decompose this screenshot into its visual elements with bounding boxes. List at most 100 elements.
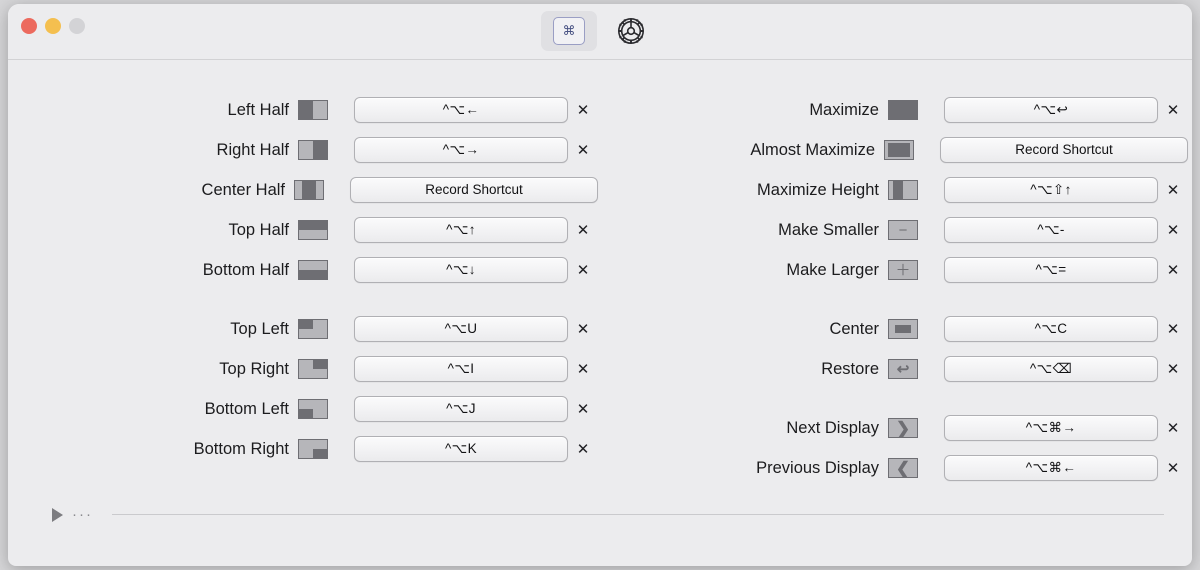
shortcut-row-label: Restore [821,360,888,379]
shortcut-value-button[interactable]: ^⌥↓ [354,257,568,283]
shortcut-controls: Record Shortcut [350,177,598,203]
clear-shortcut-button[interactable]: ✕ [1158,316,1188,342]
shortcut-value-button[interactable]: ^⌥= [944,257,1158,283]
previous-display-icon: ❮ [888,458,918,478]
shortcut-row: Top Left^⌥U✕ [8,309,598,349]
window-top-left-icon [298,319,328,339]
shortcut-value-button[interactable]: ^⌥I [354,356,568,382]
window-bottom-right-icon [298,439,328,459]
window-maximize-icon [888,100,918,120]
shortcut-row-label: Bottom Left [205,400,298,419]
clear-shortcut-button[interactable]: ✕ [1158,97,1188,123]
shortcut-row-label: Make Smaller [778,221,888,240]
shortcut-value-button[interactable]: ^⌥↑ [354,217,568,243]
window-top-half-icon [298,220,328,240]
shortcut-controls: ^⌥⌘←✕ [944,455,1188,481]
shortcut-row: Maximize^⌥↩✕ [598,90,1188,130]
window-restore-icon: ↩ [888,359,918,379]
shortcut-controls: Record Shortcut [940,137,1188,163]
shortcut-controls: ^⌥I✕ [354,356,598,382]
clear-shortcut-button[interactable]: ✕ [568,396,598,422]
shortcut-row-label: Top Right [219,360,298,379]
shortcut-controls: ^⌥=✕ [944,257,1188,283]
window-titlebar: ⌘ [8,4,1192,60]
command-key-icon: ⌘ [553,17,585,45]
tab-shortcuts[interactable]: ⌘ [541,11,597,51]
footer-divider [112,514,1164,515]
shortcut-value-button[interactable]: ^⌥↩ [944,97,1158,123]
clear-shortcut-button[interactable]: ✕ [1158,415,1188,441]
clear-shortcut-button[interactable]: ✕ [568,356,598,382]
clear-shortcut-button[interactable]: ✕ [1158,177,1188,203]
shortcut-value-button[interactable]: ^⌥← [354,97,568,123]
window-maximize-height-icon [888,180,918,200]
shortcut-row-label: Almost Maximize [750,141,884,160]
shortcut-row: Left Half^⌥←✕ [8,90,598,130]
clear-shortcut-button[interactable]: ✕ [1158,217,1188,243]
shortcut-controls: ^⌥K✕ [354,436,598,462]
window-bottom-left-icon [298,399,328,419]
record-shortcut-button[interactable]: Record Shortcut [940,137,1188,163]
window-almost-maximize-icon [884,140,914,160]
shortcut-row: Maximize Height ^⌥⇧↑✕ [598,170,1188,210]
window-center-icon [888,319,918,339]
window-left-half-icon [298,100,328,120]
shortcut-controls: ^⌥C✕ [944,316,1188,342]
shortcut-row: Top Half^⌥↑✕ [8,210,598,250]
preferences-window: ⌘ [8,4,1192,566]
clear-shortcut-button[interactable]: ✕ [568,316,598,342]
tab-settings[interactable] [603,11,659,51]
shortcut-value-button[interactable]: ^⌥⇧↑ [944,177,1158,203]
shortcut-controls: ^⌥↑✕ [354,217,598,243]
shortcut-controls: ^⌥⌘→✕ [944,415,1188,441]
shortcut-row-label: Bottom Right [194,440,298,459]
window-make-larger-icon: ＋ [888,260,918,280]
shortcut-value-button[interactable]: ^⌥⌫ [944,356,1158,382]
clear-shortcut-button[interactable]: ✕ [1158,257,1188,283]
shortcut-row: Right Half^⌥→✕ [8,130,598,170]
zoom-button[interactable] [69,18,85,34]
disclosure-triangle-collapsed-icon[interactable] [52,508,63,522]
clear-shortcut-button[interactable]: ✕ [568,257,598,283]
shortcut-row-label: Next Display [786,419,888,438]
shortcut-controls: ^⌥↩✕ [944,97,1188,123]
gear-icon [615,15,647,47]
traffic-light-buttons [21,18,85,34]
shortcut-row: Almost Maximize Record Shortcut [598,130,1188,170]
clear-shortcut-button[interactable]: ✕ [568,217,598,243]
shortcut-value-button[interactable]: ^⌥→ [354,137,568,163]
shortcut-value-button[interactable]: ^⌥- [944,217,1158,243]
footer-bar: ··· [52,507,1164,522]
shortcut-value-button[interactable]: ^⌥C [944,316,1158,342]
shortcut-controls: ^⌥⇧↑✕ [944,177,1188,203]
clear-shortcut-button[interactable]: ✕ [568,436,598,462]
shortcut-value-button[interactable]: ^⌥K [354,436,568,462]
shortcut-row: Restore↩ ^⌥⌫✕ [598,349,1188,389]
shortcut-controls: ^⌥-✕ [944,217,1188,243]
shortcut-row: Next Display❯^⌥⌘→✕ [598,408,1188,448]
shortcut-row-label: Previous Display [756,459,888,478]
shortcut-value-button[interactable]: ^⌥⌘→ [944,415,1158,441]
shortcut-row-label: Maximize Height [757,181,888,200]
clear-shortcut-button[interactable]: ✕ [568,97,598,123]
clear-shortcut-button[interactable]: ✕ [1158,356,1188,382]
clear-shortcut-button[interactable]: ✕ [1158,455,1188,481]
shortcut-controls: ^⌥J✕ [354,396,598,422]
shortcut-row-label: Bottom Half [203,261,298,280]
shortcut-value-button[interactable]: ^⌥U [354,316,568,342]
shortcut-row: Bottom Half ^⌥↓✕ [8,250,598,290]
record-shortcut-button[interactable]: Record Shortcut [350,177,598,203]
shortcut-value-button[interactable]: ^⌥J [354,396,568,422]
window-top-right-icon [298,359,328,379]
shortcut-row: Previous Display❮ ^⌥⌘←✕ [598,448,1188,488]
clear-shortcut-button[interactable]: ✕ [568,137,598,163]
shortcut-controls: ^⌥→✕ [354,137,598,163]
shortcut-row: Make Larger＋^⌥=✕ [598,250,1188,290]
shortcuts-column-right: Maximize^⌥↩✕ Almost Maximize Record Shortc… [598,90,1188,488]
window-bottom-half-icon [298,260,328,280]
shortcut-controls: ^⌥⌫✕ [944,356,1188,382]
shortcut-controls: ^⌥↓✕ [354,257,598,283]
minimize-button[interactable] [45,18,61,34]
shortcut-value-button[interactable]: ^⌥⌘← [944,455,1158,481]
close-button[interactable] [21,18,37,34]
